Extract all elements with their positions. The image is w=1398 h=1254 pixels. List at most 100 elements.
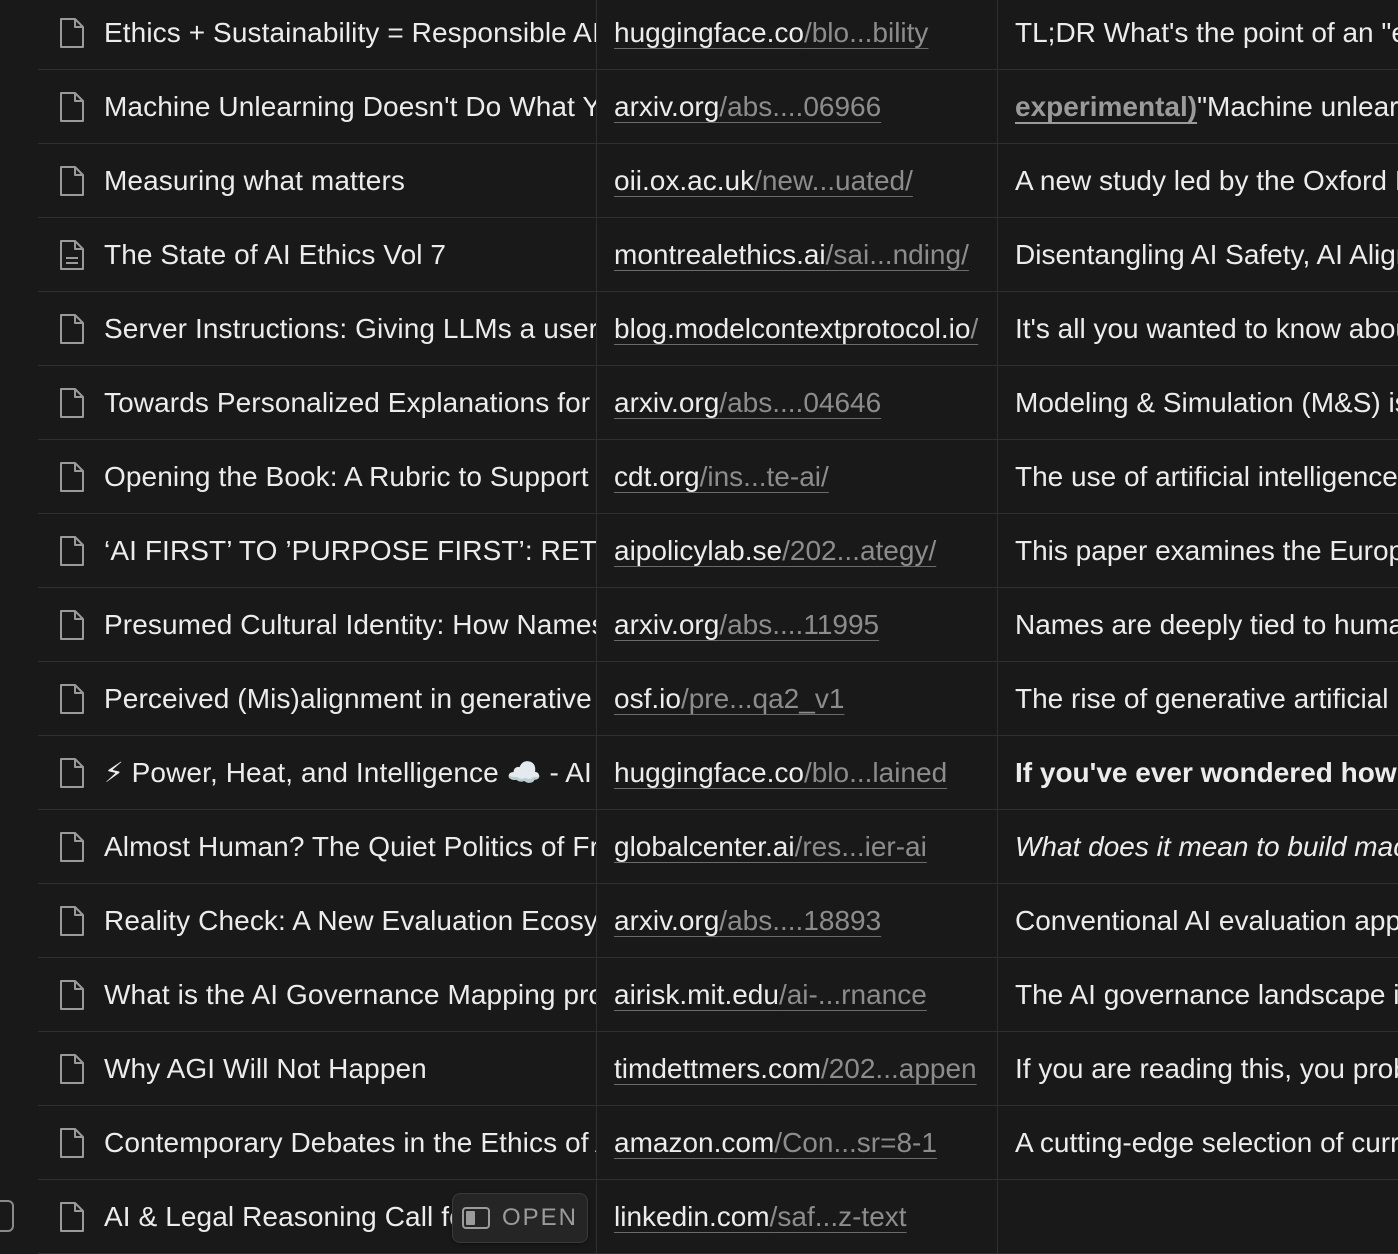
url-cell[interactable]: airisk.mit.edu/ai-...rnance [597, 958, 998, 1031]
url-cell[interactable]: oii.ox.ac.uk/new...uated/ [597, 144, 998, 217]
description-cell[interactable]: A new study led by the Oxford Internet [998, 144, 1398, 217]
url-cell[interactable]: arxiv.org/abs....06966 [597, 70, 998, 143]
title-cell[interactable]: Why AGI Will Not Happen [38, 1032, 597, 1105]
url-cell[interactable]: aipolicylab.se/202...ategy/ [597, 514, 998, 587]
title-cell[interactable]: Server Instructions: Giving LLMs a user … [38, 292, 597, 365]
table-row[interactable]: ⚡ Power, Heat, and Intelligence ☁️ - AI … [38, 736, 1398, 810]
url-link[interactable]: arxiv.org/abs....11995 [614, 609, 879, 641]
description-cell[interactable]: It's all you wanted to know about [998, 292, 1398, 365]
url-link[interactable]: cdt.org/ins...te-ai/ [614, 461, 829, 493]
url-cell[interactable]: linkedin.com/saf...z-text [597, 1180, 998, 1253]
description-cell[interactable]: A cutting-edge selection of current [998, 1106, 1398, 1179]
url-cell[interactable]: huggingface.co/blo...lained [597, 736, 998, 809]
row-title[interactable]: Opening the Book: A Rubric to Support [104, 461, 589, 493]
description-cell[interactable]: The AI governance landscape is [998, 958, 1398, 1031]
description-cell[interactable]: Disentangling AI Safety, AI Alignment [998, 218, 1398, 291]
open-button[interactable]: OPEN [452, 1193, 588, 1243]
url-cell[interactable]: cdt.org/ins...te-ai/ [597, 440, 998, 513]
table-row[interactable]: Why AGI Will Not Happen timdettmers.com/… [38, 1032, 1398, 1106]
url-link[interactable]: airisk.mit.edu/ai-...rnance [614, 979, 927, 1011]
table-row[interactable]: Server Instructions: Giving LLMs a user … [38, 292, 1398, 366]
description-cell[interactable]: experimental)"Machine unlearning [998, 70, 1398, 143]
title-cell[interactable]: Perceived (Mis)alignment in generative A… [38, 662, 597, 735]
description-cell[interactable]: Modeling & Simulation (M&S) is [998, 366, 1398, 439]
table-row[interactable]: Almost Human? The Quiet Politics of Fron… [38, 810, 1398, 884]
row-title[interactable]: ⚡ Power, Heat, and Intelligence ☁️ - AI [104, 756, 592, 789]
url-link[interactable]: arxiv.org/abs....06966 [614, 91, 881, 123]
row-title[interactable]: Almost Human? The Quiet Politics of Fron… [104, 831, 596, 863]
url-cell[interactable]: huggingface.co/blo...bility [597, 0, 998, 69]
table-row[interactable]: The State of AI Ethics Vol 7 montrealeth… [38, 218, 1398, 292]
title-cell[interactable]: Ethics + Sustainability = Responsible AI [38, 0, 597, 69]
table-row[interactable]: Presumed Cultural Identity: How Names ar… [38, 588, 1398, 662]
url-link[interactable]: blog.modelcontextprotocol.io/ [614, 313, 978, 345]
url-cell[interactable]: amazon.com/Con...sr=8-1 [597, 1106, 998, 1179]
table-row[interactable]: What is the AI Governance Mapping projec… [38, 958, 1398, 1032]
description-cell[interactable]: The use of artificial intelligence [998, 440, 1398, 513]
url-link[interactable]: oii.ox.ac.uk/new...uated/ [614, 165, 913, 197]
description-cell[interactable]: Names are deeply tied to human [998, 588, 1398, 661]
description-cell[interactable]: TL;DR What's the point of an "ethical" A… [998, 0, 1398, 69]
url-link[interactable]: arxiv.org/abs....04646 [614, 387, 881, 419]
title-cell[interactable]: ⚡ Power, Heat, and Intelligence ☁️ - AI [38, 736, 597, 809]
title-cell[interactable]: Machine Unlearning Doesn't Do What You T… [38, 70, 597, 143]
row-title[interactable]: What is the AI Governance Mapping projec… [104, 979, 596, 1011]
url-link[interactable]: huggingface.co/blo...bility [614, 17, 928, 49]
table-row[interactable]: Ethics + Sustainability = Responsible AI… [38, 0, 1398, 70]
table-row[interactable]: Contemporary Debates in the Ethics of AI… [38, 1106, 1398, 1180]
title-cell[interactable]: What is the AI Governance Mapping projec… [38, 958, 597, 1031]
title-cell[interactable]: Towards Personalized Explanations for AI [38, 366, 597, 439]
description-cell[interactable] [998, 1180, 1398, 1253]
table-row[interactable]: Perceived (Mis)alignment in generative A… [38, 662, 1398, 736]
row-select-checkbox[interactable] [0, 1200, 14, 1232]
url-link[interactable]: huggingface.co/blo...lained [614, 757, 947, 789]
table-row[interactable]: Opening the Book: A Rubric to Support cd… [38, 440, 1398, 514]
title-cell[interactable]: Opening the Book: A Rubric to Support [38, 440, 597, 513]
url-cell[interactable]: timdettmers.com/202...appen [597, 1032, 998, 1105]
row-title[interactable]: Towards Personalized Explanations for AI [104, 387, 596, 419]
title-cell[interactable]: Almost Human? The Quiet Politics of Fron… [38, 810, 597, 883]
row-title[interactable]: Measuring what matters [104, 165, 405, 197]
title-cell[interactable]: Reality Check: A New Evaluation Ecosyste… [38, 884, 597, 957]
row-title[interactable]: Presumed Cultural Identity: How Names [104, 609, 596, 641]
row-title[interactable]: Ethics + Sustainability = Responsible AI [104, 17, 596, 49]
row-title[interactable]: Reality Check: A New Evaluation Ecosyste… [104, 905, 596, 937]
url-link[interactable]: timdettmers.com/202...appen [614, 1053, 977, 1085]
url-link[interactable]: aipolicylab.se/202...ategy/ [614, 535, 936, 567]
row-title[interactable]: Perceived (Mis)alignment in generative A… [104, 683, 596, 715]
description-cell[interactable]: This paper examines the European [998, 514, 1398, 587]
title-cell[interactable]: Presumed Cultural Identity: How Names [38, 588, 597, 661]
url-cell[interactable]: blog.modelcontextprotocol.io/ [597, 292, 998, 365]
row-title[interactable]: The State of AI Ethics Vol 7 [104, 239, 446, 271]
url-link[interactable]: linkedin.com/saf...z-text [614, 1201, 907, 1233]
url-link[interactable]: osf.io/pre...qa2_v1 [614, 683, 844, 715]
title-cell[interactable]: AI & Legal Reasoning Call for Papers OPE… [38, 1180, 597, 1253]
row-title[interactable]: Why AGI Will Not Happen [104, 1053, 427, 1085]
table-row[interactable]: Measuring what matters oii.ox.ac.uk/new.… [38, 144, 1398, 218]
url-link[interactable]: globalcenter.ai/res...ier-ai [614, 831, 927, 863]
row-title[interactable]: Server Instructions: Giving LLMs a user … [104, 313, 596, 345]
url-cell[interactable]: osf.io/pre...qa2_v1 [597, 662, 998, 735]
title-cell[interactable]: Measuring what matters [38, 144, 597, 217]
description-cell[interactable]: If you've ever wondered how [998, 736, 1398, 809]
table-row[interactable]: Reality Check: A New Evaluation Ecosyste… [38, 884, 1398, 958]
description-cell[interactable]: Conventional AI evaluation approaches [998, 884, 1398, 957]
table-row[interactable]: AI & Legal Reasoning Call for Papers OPE… [0, 1180, 1398, 1254]
description-cell[interactable]: What does it mean to build machines [998, 810, 1398, 883]
row-title[interactable]: ‘AI FIRST’ TO ’PURPOSE FIRST’: RETHINKIN… [104, 535, 596, 567]
title-cell[interactable]: Contemporary Debates in the Ethics of AI [38, 1106, 597, 1179]
table-row[interactable]: Machine Unlearning Doesn't Do What You T… [38, 70, 1398, 144]
url-cell[interactable]: montrealethics.ai/sai...nding/ [597, 218, 998, 291]
table-row[interactable]: ‘AI FIRST’ TO ’PURPOSE FIRST’: RETHINKIN… [38, 514, 1398, 588]
url-link[interactable]: montrealethics.ai/sai...nding/ [614, 239, 969, 271]
url-cell[interactable]: arxiv.org/abs....18893 [597, 884, 998, 957]
description-cell[interactable]: The rise of generative artificial [998, 662, 1398, 735]
url-cell[interactable]: arxiv.org/abs....11995 [597, 588, 998, 661]
table-row[interactable]: Towards Personalized Explanations for AI… [38, 366, 1398, 440]
title-cell[interactable]: The State of AI Ethics Vol 7 [38, 218, 597, 291]
description-link[interactable]: experimental) [1015, 91, 1197, 122]
row-title[interactable]: Contemporary Debates in the Ethics of AI [104, 1127, 596, 1159]
description-cell[interactable]: If you are reading this, you probably [998, 1032, 1398, 1105]
title-cell[interactable]: ‘AI FIRST’ TO ’PURPOSE FIRST’: RETHINKIN… [38, 514, 597, 587]
url-link[interactable]: amazon.com/Con...sr=8-1 [614, 1127, 937, 1159]
